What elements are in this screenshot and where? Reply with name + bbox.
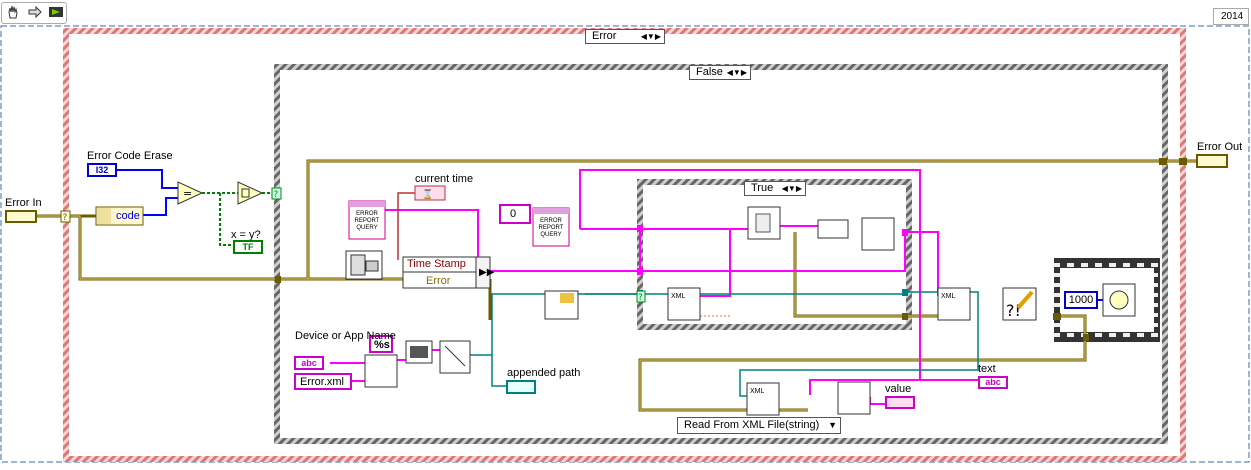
array-node-1[interactable] xyxy=(747,206,781,240)
toolbar-frame xyxy=(1,2,67,24)
polymorphic-selector[interactable]: Read From XML File(string) ▼ xyxy=(677,417,841,434)
error-xml-constant[interactable]: Error.xml xyxy=(294,373,352,390)
value-label: value xyxy=(885,383,912,395)
svg-text:⌛: ⌛ xyxy=(422,188,433,200)
format-into-string-node[interactable] xyxy=(364,354,398,388)
xml-label-1: XML xyxy=(671,293,686,300)
inner-case-label: False xyxy=(696,66,723,78)
value-indicator xyxy=(885,396,915,409)
clear-errors-node[interactable]: ?! xyxy=(1002,287,1037,321)
svg-text:?!: ?! xyxy=(1006,301,1021,320)
folder-icon[interactable] xyxy=(405,340,433,364)
read-from-xml-label: Read From XML File(string) xyxy=(684,419,820,431)
array-node-3[interactable] xyxy=(861,217,895,251)
error-in-terminal[interactable] xyxy=(5,210,37,223)
loop-delay-constant[interactable]: 1000 xyxy=(1064,291,1098,309)
timestamp-label: Time Stamp xyxy=(407,258,466,270)
device-name-control[interactable]: abc xyxy=(294,356,324,370)
loop-delay-value: 1000 xyxy=(1068,294,1094,306)
dropdown-arrow-icon: ◀▼▶ xyxy=(726,68,747,77)
svg-text:?: ? xyxy=(638,293,643,303)
dropdown-arrow-icon: ◀▼▶ xyxy=(640,32,661,41)
build-path-icon[interactable] xyxy=(544,290,579,320)
get-date-time-icon[interactable] xyxy=(345,250,383,280)
svg-text:?: ? xyxy=(63,213,68,223)
current-time-indicator: ⌛ xyxy=(414,185,446,201)
x-eq-y-indicator: TF xyxy=(233,240,263,254)
error-report-text-2: ERROR REPORT QUERY xyxy=(538,218,564,238)
format-spec-value: %s xyxy=(374,339,390,351)
error-xml-value: Error.xml xyxy=(300,376,344,388)
code-label: code xyxy=(116,210,140,222)
svg-text:?: ? xyxy=(274,190,279,200)
outer-case-selector[interactable]: Error ◀▼▶ xyxy=(585,29,665,44)
current-time-label: current time xyxy=(415,173,474,185)
svg-text:▶▶: ▶▶ xyxy=(479,267,495,278)
inner-case-selector[interactable]: False ◀▼▶ xyxy=(689,65,751,80)
xml-label-2: XML xyxy=(941,293,956,300)
appended-path-label: appended path xyxy=(507,367,581,379)
abc-badge: abc xyxy=(301,358,317,368)
build-path-node[interactable] xyxy=(439,340,471,374)
wait-ms-node[interactable] xyxy=(1102,283,1136,317)
block-diagram: ? ? ? = ▶▶ ⌛ ?! 2014 Error ◀▼▶ False ◀▼▶… xyxy=(0,0,1251,465)
nested-case-label: True xyxy=(751,182,774,194)
chevron-down-icon: ▼ xyxy=(828,420,837,430)
appended-path-indicator xyxy=(506,380,536,394)
error-report-text-1: ERROR REPORT QUERY xyxy=(354,211,380,231)
timestamp-error-label: Error xyxy=(426,275,451,287)
error-out-terminal[interactable] xyxy=(1196,154,1228,168)
error-code-erase-control[interactable]: I32 xyxy=(87,163,117,177)
abc-badge: abc xyxy=(985,377,1001,387)
error-in-label: Error In xyxy=(5,197,42,209)
outer-case-label: Error xyxy=(592,30,617,42)
array-node-2[interactable] xyxy=(817,219,849,239)
version-label: 2014 xyxy=(1221,11,1244,22)
dropdown-arrow-icon: ◀▼▶ xyxy=(781,184,802,193)
nested-case-selector[interactable]: True ◀▼▶ xyxy=(744,181,806,196)
tf-badge: TF xyxy=(242,242,254,252)
array-node-4[interactable] xyxy=(837,381,871,415)
error-code-erase-label: Error Code Erase xyxy=(87,150,173,162)
svg-text:=: = xyxy=(183,187,192,200)
text-label: text xyxy=(978,363,996,375)
text-indicator: abc xyxy=(978,376,1008,389)
xml-label-3: XML xyxy=(750,388,765,395)
error-out-label: Error Out xyxy=(1197,141,1243,153)
zero-constant-value: 0 xyxy=(510,208,517,220)
diagram-canvas: ? ? ? = ▶▶ ⌛ ?! xyxy=(0,25,1250,463)
i32-badge: I32 xyxy=(95,165,109,175)
